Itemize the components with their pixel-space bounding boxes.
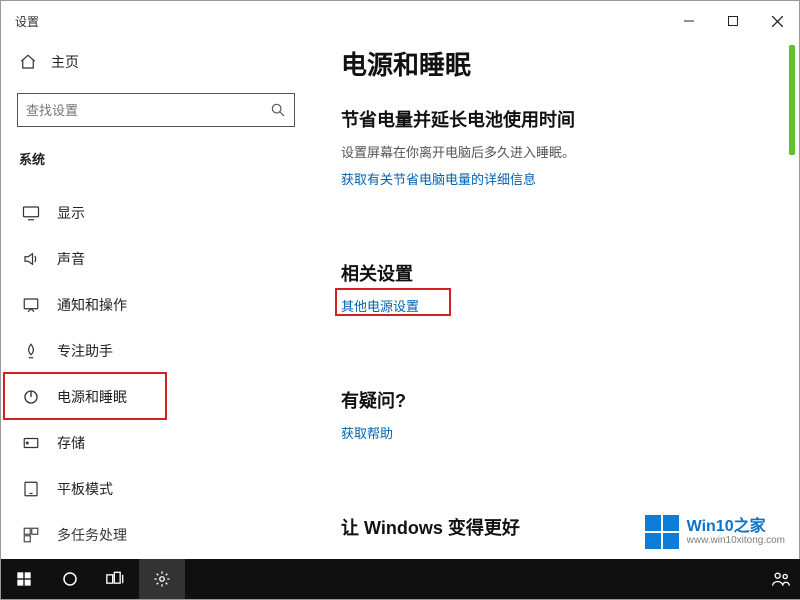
multitask-icon — [21, 526, 41, 544]
focus-icon — [21, 342, 41, 360]
sidebar: 主页 系统 显示 声音 — [1, 41, 311, 553]
nav-list: 显示 声音 通知和操作 专注助手 — [17, 190, 295, 558]
minimize-button[interactable] — [667, 6, 711, 36]
section-desc: 设置屏幕在你离开电脑后多久进入睡眠。 — [341, 142, 799, 161]
home-label: 主页 — [51, 52, 79, 72]
section-title: 相关设置 — [341, 260, 799, 286]
sound-icon — [21, 250, 41, 268]
close-button[interactable] — [755, 6, 799, 36]
taskbar — [1, 559, 800, 599]
watermark-text: Win10之家 www.win10xitong.com — [687, 518, 785, 547]
search-input[interactable] — [26, 103, 270, 118]
sidebar-item-label: 声音 — [57, 249, 85, 269]
watermark: Win10之家 www.win10xitong.com — [645, 515, 785, 549]
task-view-button[interactable] — [93, 559, 139, 599]
section-title: 有疑问? — [341, 387, 799, 413]
sidebar-item-display[interactable]: 显示 — [17, 190, 295, 236]
section-title: 节省电量并延长电池使用时间 — [341, 106, 799, 132]
title-bar: 设置 — [1, 1, 799, 41]
tablet-icon — [21, 480, 41, 498]
category-label: 系统 — [17, 149, 295, 168]
sidebar-item-label: 通知和操作 — [57, 295, 127, 315]
section-help: 有疑问? 获取帮助 — [341, 387, 799, 478]
sidebar-item-focus[interactable]: 专注助手 — [17, 328, 295, 374]
maximize-button[interactable] — [711, 6, 755, 36]
section-battery: 节省电量并延长电池使用时间 设置屏幕在你离开电脑后多久进入睡眠。 获取有关节省电… — [341, 106, 799, 224]
sidebar-item-notifications[interactable]: 通知和操作 — [17, 282, 295, 328]
display-icon — [21, 204, 41, 222]
power-icon — [21, 388, 41, 406]
sidebar-item-label: 专注助手 — [57, 341, 113, 361]
windows-logo-icon — [645, 515, 679, 549]
home-row[interactable]: 主页 — [17, 43, 295, 81]
sidebar-item-label: 平板模式 — [57, 479, 113, 499]
storage-icon — [21, 434, 41, 452]
sidebar-item-label: 存储 — [57, 433, 85, 453]
sidebar-item-label: 显示 — [57, 203, 85, 223]
sidebar-item-sound[interactable]: 声音 — [17, 236, 295, 282]
settings-taskbar-button[interactable] — [139, 559, 185, 599]
get-help-link[interactable]: 获取帮助 — [341, 423, 393, 442]
other-power-settings-link[interactable]: 其他电源设置 — [341, 296, 419, 315]
sidebar-item-label: 多任务处理 — [57, 525, 127, 545]
window-title: 设置 — [15, 13, 39, 30]
feedback-link[interactable]: 提供反馈 — [341, 550, 393, 553]
search-icon — [270, 102, 286, 118]
page-title: 电源和睡眠 — [341, 45, 799, 82]
notifications-icon — [21, 296, 41, 314]
main-panel: 电源和睡眠 节省电量并延长电池使用时间 设置屏幕在你离开电脑后多久进入睡眠。 获… — [311, 41, 799, 553]
sidebar-item-power[interactable]: 电源和睡眠 — [17, 374, 295, 420]
start-button[interactable] — [1, 559, 47, 599]
people-button[interactable] — [761, 559, 800, 599]
search-box[interactable] — [17, 93, 295, 127]
home-icon — [19, 53, 37, 71]
sidebar-item-tablet[interactable]: 平板模式 — [17, 466, 295, 512]
section-related: 相关设置 其他电源设置 — [341, 260, 799, 351]
sidebar-item-storage[interactable]: 存储 — [17, 420, 295, 466]
sidebar-item-multitask[interactable]: 多任务处理 — [17, 512, 295, 558]
cortana-button[interactable] — [47, 559, 93, 599]
sidebar-item-label: 电源和睡眠 — [57, 387, 127, 407]
battery-info-link[interactable]: 获取有关节省电脑电量的详细信息 — [341, 169, 536, 188]
